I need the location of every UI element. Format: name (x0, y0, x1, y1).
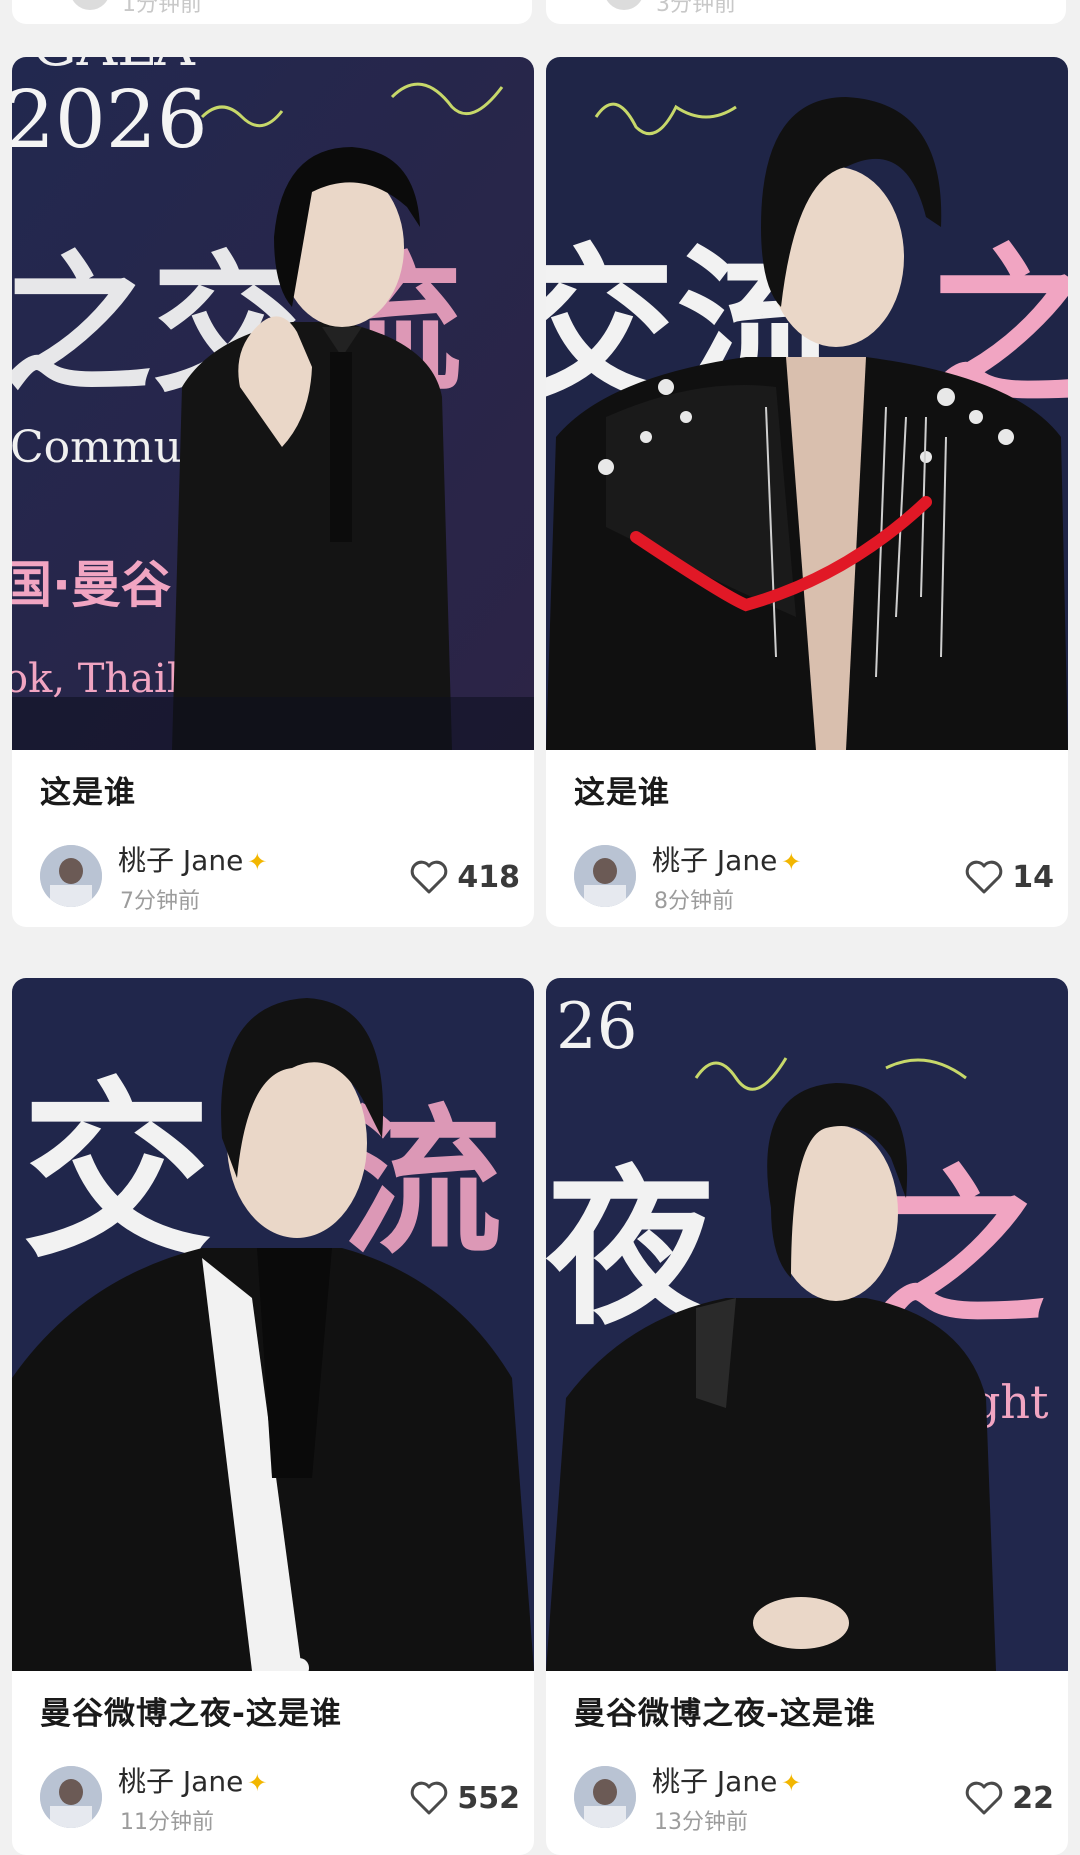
post-card[interactable]: 交 流 曼谷微博之夜-这是谁 桃子 Jane ✦ 11分钟前 552 (12, 978, 534, 1855)
post-card[interactable]: 26 夜 之 Night 曼谷微博之夜-这是谁 桃子 Jane✦ 13分钟前 2… (546, 978, 1068, 1855)
avatar (70, 0, 110, 10)
author-name[interactable]: 桃子 Jane ✦ (652, 839, 801, 879)
previous-card-right[interactable]: 3分钟前 (546, 0, 1066, 24)
author-name[interactable]: 桃子 Jane ✦ (118, 839, 267, 879)
heart-icon (409, 859, 449, 895)
post-time: 7分钟前 (120, 889, 200, 914)
svg-text:交: 交 (22, 1062, 212, 1283)
like-count: 552 (457, 1780, 520, 1816)
photo-image: 交 流 (12, 978, 534, 1671)
post-photo[interactable]: 交流 之 (546, 57, 1068, 750)
sparkle-icon: ✦ (781, 1769, 802, 1797)
post-card[interactable]: 交流 之 这是谁 桃子 Jane ✦ 8分钟前 14 (546, 57, 1068, 927)
backdrop-commu: Commu (12, 422, 182, 473)
svg-text:流: 流 (342, 1089, 502, 1276)
post-title[interactable]: 曼谷微博之夜-这是谁 (40, 1688, 342, 1733)
post-time: 1分钟前 (122, 0, 202, 17)
avatar[interactable] (574, 845, 636, 907)
post-meta: 桃子 Jane ✦ 8分钟前 14 (574, 844, 1054, 915)
previous-card-left[interactable]: 1分钟前 (12, 0, 532, 24)
post-title[interactable]: 这是谁 (40, 767, 136, 812)
avatar[interactable] (40, 1766, 102, 1828)
like-button[interactable]: 418 (409, 855, 520, 899)
post-meta: 桃子 Jane ✦ 13分钟前 22 (574, 1765, 1054, 1836)
top-strip-previous-row: 1分钟前 3分钟前 (0, 0, 1080, 48)
heart-icon (964, 859, 1004, 895)
backdrop-bangkok-cn: 国·曼谷 (12, 556, 171, 614)
post-card[interactable]: GALA 2026 之交 流 Commu 国·曼谷 ok, Thailand 这… (12, 57, 534, 927)
post-photo[interactable]: 交 流 (12, 978, 534, 1671)
photo-image: GALA 2026 之交 流 Commu 国·曼谷 ok, Thailand (12, 57, 534, 750)
sparkle-icon: ✦ (247, 848, 268, 876)
like-count: 418 (457, 859, 520, 895)
avatar[interactable] (40, 845, 102, 907)
avatar (604, 0, 644, 10)
backdrop-year: 2026 (12, 73, 208, 166)
sparkle-icon: ✦ (781, 848, 802, 876)
post-title[interactable]: 这是谁 (574, 767, 670, 812)
post-time: 11分钟前 (120, 1810, 214, 1835)
backdrop-year-short: 26 (556, 990, 637, 1064)
avatar[interactable] (574, 1766, 636, 1828)
photo-image: 交流 之 (546, 57, 1068, 750)
like-button[interactable]: 14 (964, 855, 1054, 899)
heart-icon (964, 1780, 1004, 1816)
like-button[interactable]: 552 (409, 1776, 520, 1820)
photo-image: 26 夜 之 Night (546, 978, 1068, 1671)
like-button[interactable]: 22 (964, 1776, 1054, 1820)
author-name[interactable]: 桃子 Jane ✦ (652, 1760, 801, 1800)
post-time: 3分钟前 (656, 0, 736, 17)
post-meta: 桃子 Jane ✦ 11分钟前 552 (40, 1765, 520, 1836)
post-photo[interactable]: GALA 2026 之交 流 Commu 国·曼谷 ok, Thailand (12, 57, 534, 750)
post-title[interactable]: 曼谷微博之夜-这是谁 (574, 1688, 876, 1733)
post-time: 8分钟前 (654, 889, 734, 914)
post-time: 13分钟前 (654, 1810, 748, 1835)
like-count: 22 (1012, 1780, 1054, 1816)
author-name[interactable]: 桃子 Jane ✦ (118, 1760, 267, 1800)
post-meta: 桃子 Jane ✦ 7分钟前 418 (40, 844, 520, 915)
post-photo[interactable]: 26 夜 之 Night (546, 978, 1068, 1671)
like-count: 14 (1012, 859, 1054, 895)
sparkle-icon: ✦ (247, 1769, 268, 1797)
heart-icon (409, 1780, 449, 1816)
